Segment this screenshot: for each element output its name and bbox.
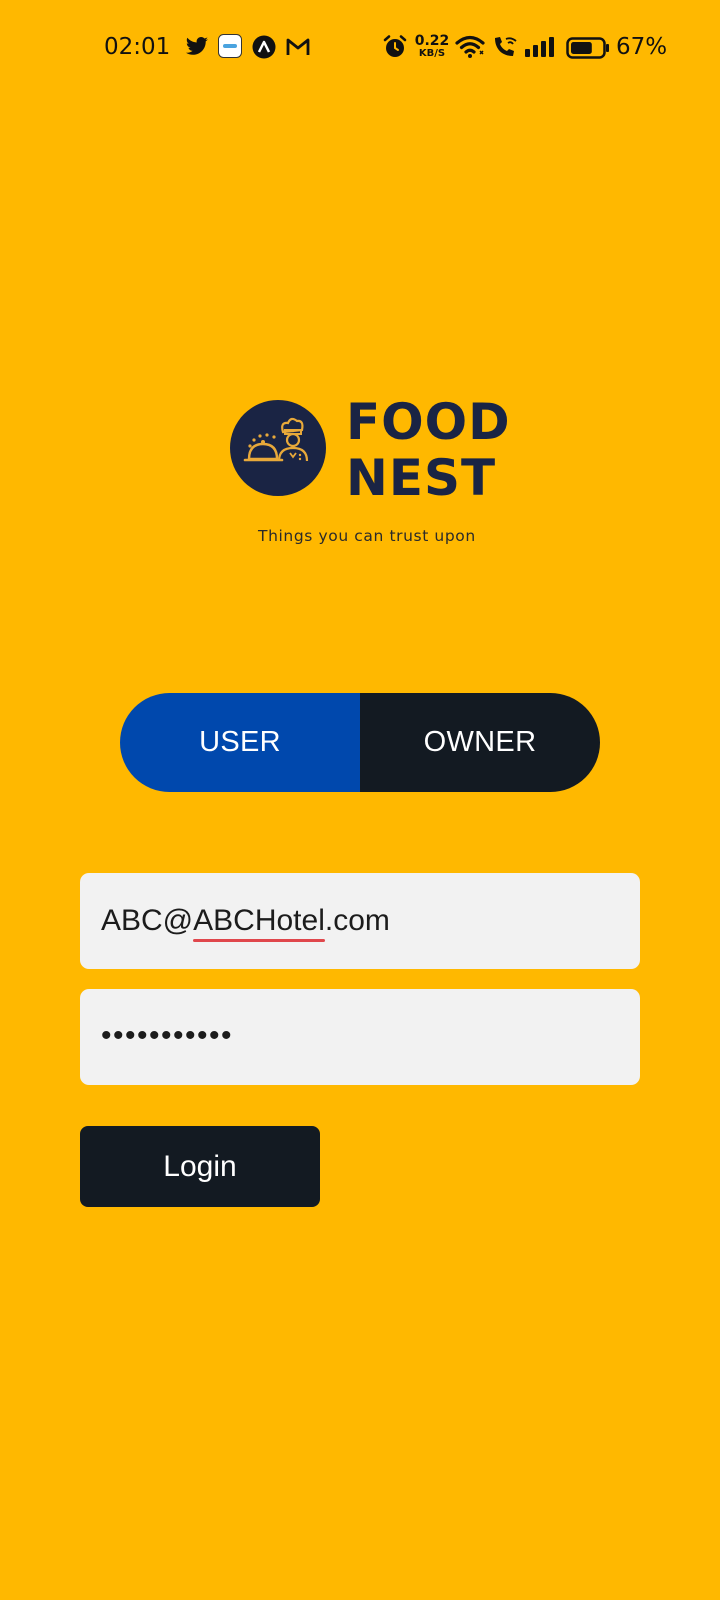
- role-user-button[interactable]: USER: [120, 693, 360, 792]
- login-button[interactable]: Login: [80, 1126, 320, 1207]
- chef-serving-icon: [243, 417, 309, 462]
- status-time: 02:01: [104, 34, 171, 60]
- email-suffix: .com: [324, 904, 390, 937]
- password-masked-value: •••••••••••: [101, 1019, 234, 1052]
- wifi-call-icon: [492, 35, 518, 64]
- email-spellcheck-word: ABCHotel: [193, 904, 325, 942]
- gmail-icon: [286, 38, 310, 61]
- status-bar: 02:01 0.22 KB/S 67%: [0, 0, 720, 96]
- logo-line-nest: NEST: [346, 449, 497, 507]
- twitter-icon: [185, 36, 209, 63]
- logo-wordmark: FOOD NEST: [346, 394, 511, 506]
- role-toggle: USER OWNER: [120, 693, 600, 792]
- password-input[interactable]: •••••••••••: [80, 989, 640, 1085]
- app-icon: [218, 34, 242, 63]
- battery-percentage: 67%: [616, 34, 668, 60]
- battery-icon: [566, 37, 610, 64]
- email-prefix: ABC@: [101, 904, 194, 937]
- alarm-icon: [383, 35, 407, 64]
- app-logo: FOOD NEST Things you can trust upon: [230, 394, 530, 550]
- signal-icon: [525, 37, 555, 62]
- arc-icon: [252, 35, 276, 64]
- network-speed: 0.22 KB/S: [414, 33, 450, 59]
- logo-emblem: [230, 400, 326, 496]
- logo-tagline: Things you can trust upon: [258, 527, 476, 545]
- logo-line-food: FOOD: [346, 393, 511, 451]
- wifi-icon: [455, 35, 485, 64]
- email-input[interactable]: ABC@ ABCHotel .com: [80, 873, 640, 969]
- role-owner-button[interactable]: OWNER: [360, 693, 600, 792]
